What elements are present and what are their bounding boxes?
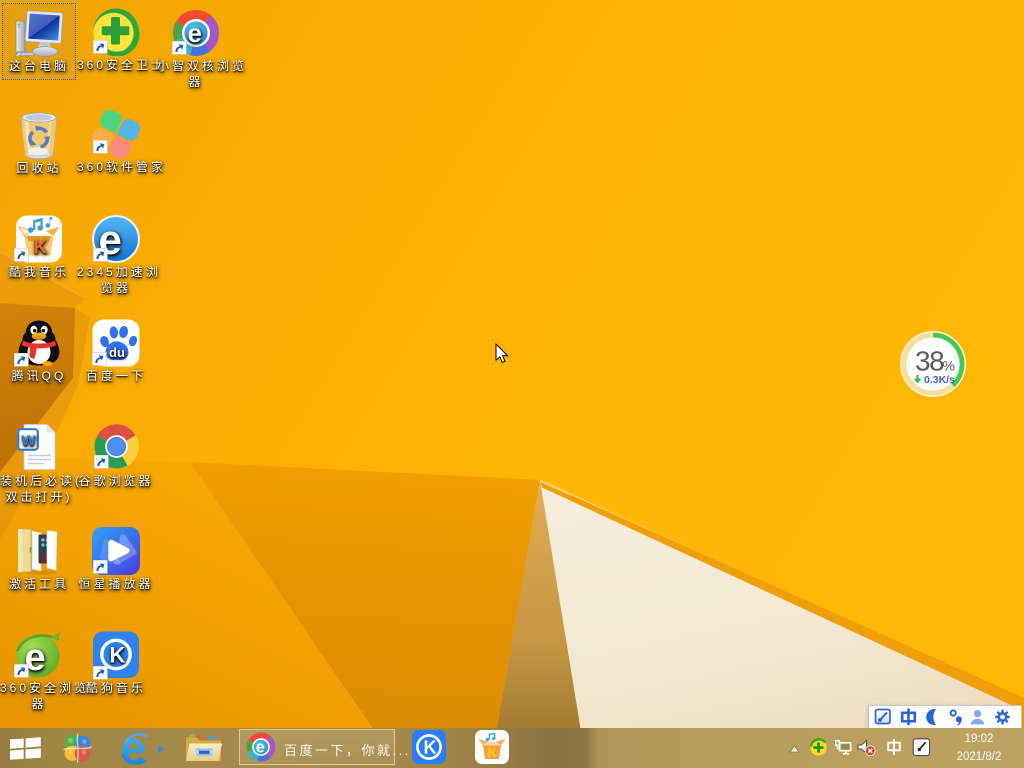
- svg-text:e: e: [121, 733, 147, 765]
- svg-text:e: e: [256, 739, 265, 757]
- svg-text:K: K: [110, 643, 126, 668]
- svg-text:%: %: [943, 358, 955, 374]
- svg-text:W: W: [22, 433, 37, 450]
- svg-text:38: 38: [915, 346, 944, 377]
- svg-text:e: e: [188, 18, 202, 48]
- svg-text:K: K: [34, 238, 48, 259]
- svg-text:du: du: [109, 345, 125, 360]
- svg-text:0.3K/s: 0.3K/s: [924, 374, 955, 386]
- svg-text:K: K: [488, 745, 498, 760]
- svg-text:K: K: [424, 738, 437, 758]
